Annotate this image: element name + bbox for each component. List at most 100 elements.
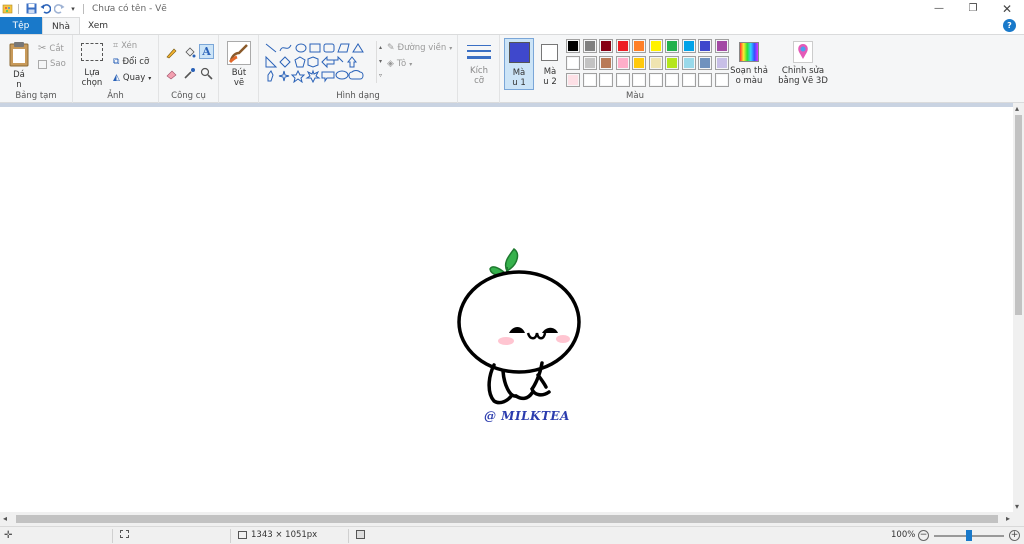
shapes-gallery[interactable]	[263, 41, 375, 84]
restore-button[interactable]: ❐	[956, 0, 990, 17]
color-picker-icon[interactable]	[183, 67, 196, 80]
palette-color-swatch[interactable]	[665, 39, 679, 53]
palette-color-swatch[interactable]	[582, 39, 597, 53]
color2-swatch	[541, 44, 558, 61]
zoom-out-button[interactable]: −	[918, 530, 929, 541]
scroll-up-icon[interactable]: ▴	[1015, 104, 1019, 113]
palette-color-fill	[617, 41, 628, 51]
palette-color-fill	[601, 75, 611, 85]
palette-color-swatch[interactable]	[599, 56, 613, 70]
size-button[interactable]: Kích cỡ	[464, 41, 494, 91]
paint-app-icon[interactable]	[2, 3, 14, 15]
tab-file[interactable]: Tệp	[0, 17, 42, 35]
pencil-icon[interactable]	[165, 46, 178, 59]
magnifier-icon[interactable]	[200, 67, 213, 80]
palette-color-swatch[interactable]	[632, 56, 646, 70]
brushes-label: Bút vẽ	[231, 68, 247, 88]
vertical-scroll-thumb[interactable]	[1015, 115, 1022, 315]
character-head	[457, 270, 581, 374]
palette-color-swatch[interactable]	[615, 73, 630, 87]
color2-button[interactable]: Mà u 2	[536, 38, 564, 90]
resize-button[interactable]: ⧉ Đổi cỡ	[113, 57, 149, 67]
rotate-button[interactable]: ◭ Quay ▾	[113, 73, 151, 83]
crop-icon: ⌗	[113, 41, 119, 51]
brushes-button[interactable]: Bút vẽ	[225, 39, 253, 91]
vertical-scrollbar[interactable]: ▴ ▾	[1013, 103, 1024, 512]
group-label-tools: Công cụ	[171, 91, 206, 101]
palette-color-swatch[interactable]	[681, 39, 696, 53]
text-icon[interactable]: A	[199, 44, 214, 59]
palette-color-swatch[interactable]	[615, 39, 630, 53]
canvas-size-icon	[238, 531, 247, 539]
palette-color-swatch[interactable]	[665, 56, 679, 70]
palette-color-swatch[interactable]	[648, 39, 663, 53]
help-icon[interactable]: ?	[1003, 19, 1016, 32]
tab-home[interactable]: Nhà	[42, 17, 80, 35]
fill-icon: ◈	[387, 59, 394, 69]
group-colors: Mà u 1 Mà u 2 Soạn thả o màu Chỉnh sửa b…	[500, 35, 832, 103]
zoom-slider-thumb[interactable]	[966, 530, 972, 541]
palette-color-swatch[interactable]	[566, 39, 580, 53]
customize-quick-access-icon[interactable]: ▾	[67, 3, 79, 15]
zoom-in-button[interactable]: +	[1009, 530, 1020, 541]
palette-color-swatch[interactable]	[714, 39, 729, 53]
palette-color-swatch[interactable]	[698, 39, 712, 53]
palette-color-swatch[interactable]	[648, 56, 663, 70]
group-label-image: Ảnh	[107, 91, 124, 101]
drawing-canvas[interactable]: @ MILKTEA	[0, 107, 1013, 512]
palette-color-swatch[interactable]	[599, 39, 613, 53]
minimize-button[interactable]: —	[922, 0, 956, 17]
palette-color-swatch[interactable]	[632, 73, 646, 87]
palette-color-fill	[601, 58, 611, 68]
palette-color-swatch[interactable]	[566, 56, 580, 70]
group-tools: A Công cụ	[159, 35, 219, 103]
palette-color-swatch[interactable]	[665, 73, 679, 87]
edit-colors-button[interactable]: Soạn thả o màu	[730, 39, 768, 91]
palette-color-fill	[716, 75, 727, 85]
scroll-left-icon[interactable]: ◂	[3, 514, 7, 523]
palette-color-fill	[650, 58, 661, 68]
ribbon: Dá n ✂ Cắt Sao Bảng tạm Lựa chọn ⌗ Xén ⧉…	[0, 34, 1024, 103]
paste-button[interactable]: Dá n	[6, 39, 32, 90]
shapes-scroll[interactable]: ▴ ▾ ▿	[376, 41, 384, 83]
crop-button[interactable]: ⌗ Xén	[113, 41, 137, 51]
palette-color-swatch[interactable]	[648, 73, 663, 87]
palette-color-swatch[interactable]	[599, 73, 613, 87]
palette-color-swatch[interactable]	[681, 73, 696, 87]
cut-button[interactable]: ✂ Cắt	[38, 43, 64, 54]
outline-button[interactable]: ✎ Đường viền ▾	[387, 43, 452, 53]
tab-view[interactable]: Xem	[80, 17, 116, 35]
color1-button[interactable]: Mà u 1	[504, 38, 534, 90]
fill-bucket-icon[interactable]	[183, 46, 196, 59]
redo-icon[interactable]	[53, 3, 65, 15]
outline-label: Đường viền	[397, 43, 447, 53]
palette-color-swatch[interactable]	[698, 56, 712, 70]
horizontal-scrollbar[interactable]: ◂ ▸	[0, 512, 1013, 526]
undo-icon[interactable]	[39, 3, 51, 15]
palette-color-swatch[interactable]	[582, 56, 597, 70]
line-size-icon	[467, 45, 491, 59]
palette-color-swatch[interactable]	[681, 56, 696, 70]
eraser-icon[interactable]	[165, 67, 178, 80]
palette-color-fill	[700, 41, 710, 51]
palette-color-swatch[interactable]	[698, 73, 712, 87]
palette-color-fill	[634, 58, 644, 68]
copy-button[interactable]: Sao	[38, 59, 66, 69]
palette-color-swatch[interactable]	[582, 73, 597, 87]
scroll-down-icon[interactable]: ▾	[1015, 502, 1019, 511]
palette-color-swatch[interactable]	[632, 39, 646, 53]
fill-button[interactable]: ◈ Tô ▾	[387, 59, 412, 69]
palette-color-fill	[667, 58, 677, 68]
zoom-level: 100%	[891, 530, 916, 540]
save-icon[interactable]	[25, 3, 37, 15]
paint3d-button[interactable]: Chỉnh sửa bằng Vẽ 3D	[776, 39, 830, 91]
palette-color-swatch[interactable]	[615, 56, 630, 70]
scroll-right-icon[interactable]: ▸	[1006, 514, 1010, 523]
palette-color-swatch[interactable]	[566, 73, 580, 87]
selection-size	[120, 530, 129, 538]
restore-icon: ❐	[968, 3, 978, 14]
close-button[interactable]: ✕	[990, 0, 1024, 17]
palette-color-fill	[584, 41, 595, 51]
horizontal-scroll-thumb[interactable]	[16, 515, 998, 523]
select-button[interactable]: Lựa chọn	[79, 41, 105, 89]
